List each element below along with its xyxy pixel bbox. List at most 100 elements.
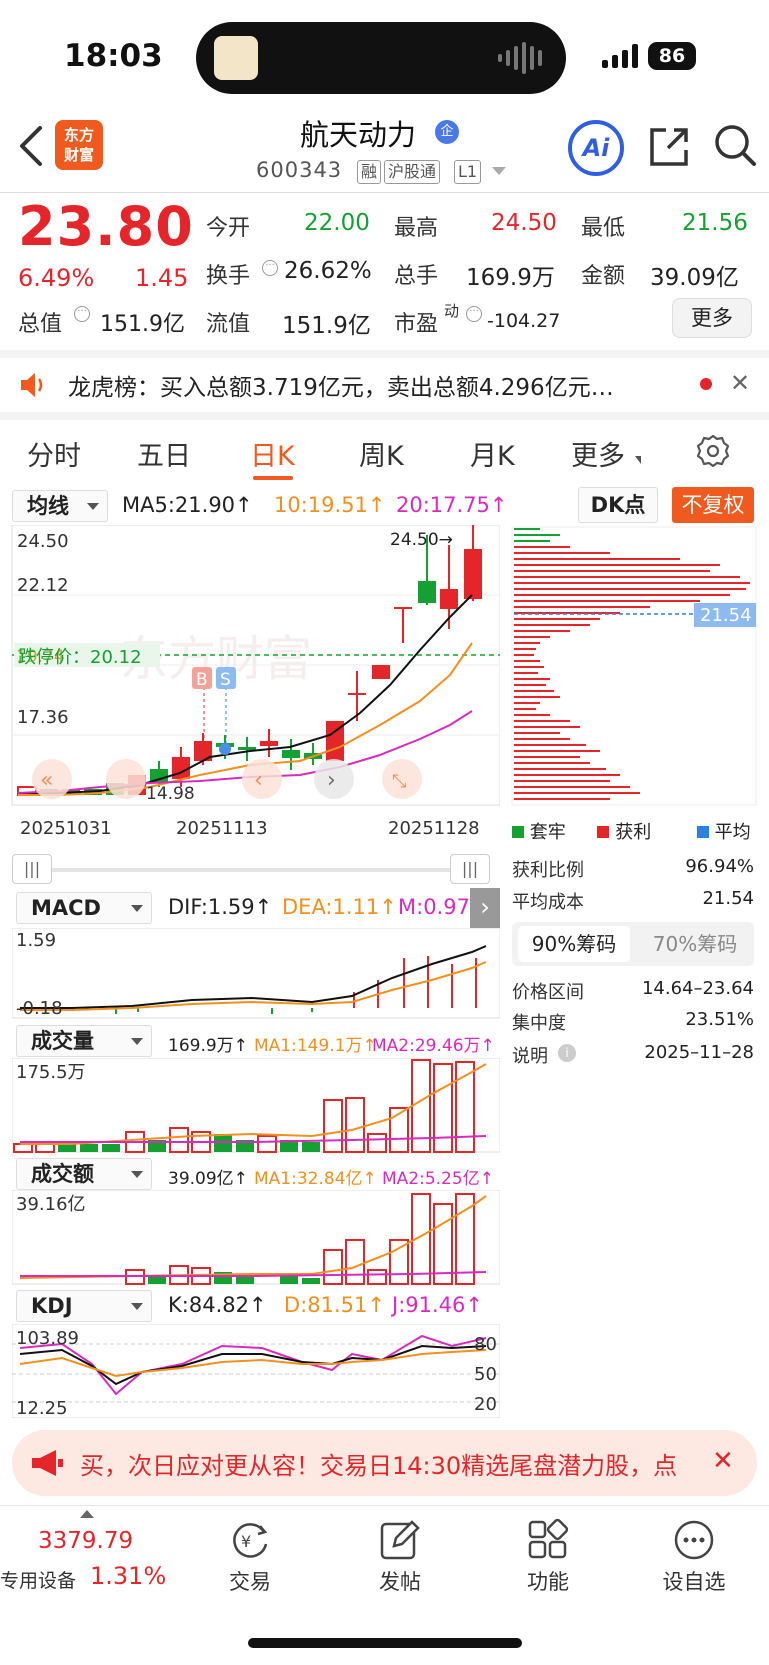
no-adjust-button[interactable]: 不复权 (672, 487, 754, 523)
info-dots-icon[interactable]: ··· (466, 306, 482, 322)
volume-value: 169.9万 (466, 265, 555, 291)
ma-selector[interactable]: 均线 (12, 490, 108, 522)
range-slider-left-handle[interactable]: ||| (12, 854, 52, 884)
divider (0, 1505, 769, 1506)
gear-icon[interactable] (696, 434, 730, 468)
amount-ma2: MA2:5.25亿↑ (382, 1169, 494, 1189)
nav-watchlist[interactable]: 设自选 (649, 1566, 739, 1596)
float-label: 流值 (206, 312, 251, 337)
chevron-right-icon[interactable]: › (470, 888, 500, 928)
app-activity-icon (214, 36, 258, 80)
tab-more[interactable]: 更多 (571, 434, 625, 473)
promo-close-button[interactable]: ✕ (712, 1446, 734, 1476)
more-caret-icon (635, 456, 641, 464)
macd-selector[interactable]: MACD (16, 892, 152, 924)
y-label: 17.36 (17, 707, 69, 728)
kline-chart[interactable]: 东方财富 24.50 22.12 17.36 14.98 24.50→ 19.7… (0, 525, 500, 825)
open-label: 今开 (206, 216, 251, 241)
sector-index-label[interactable]: 专用设备 (0, 1566, 76, 1593)
avg-cost-label: 平均成本 (512, 892, 584, 913)
tab-intraday[interactable]: 分时 (27, 434, 81, 473)
battery-indicator: 86 (648, 42, 696, 70)
volume-ma1: MA1:149.1万↑ (254, 1036, 377, 1056)
legend-swatch-average (696, 826, 709, 838)
info-dots-icon[interactable]: ··· (262, 260, 278, 276)
chip-distribution-chart[interactable]: 21.54 (510, 525, 760, 810)
chip-legend: 套牢 获利 平均 (512, 818, 751, 844)
kdj-chart: 103.89 12.25 80 50 20 (12, 1324, 500, 1418)
share-icon[interactable] (646, 124, 692, 170)
macd-chart: 1.59 -0.18 (12, 928, 500, 1019)
back-arrow-icon[interactable] (16, 124, 48, 168)
avg-cost-marker: 21.54 (700, 605, 752, 626)
amount-ma1: MA1:32.84亿↑ (254, 1169, 377, 1189)
chevron-down-icon[interactable] (492, 167, 506, 175)
legend-trapped: 套牢 (529, 822, 566, 843)
caret-up-icon[interactable] (80, 1510, 94, 1518)
notice-close-button[interactable]: ✕ (730, 369, 750, 397)
date-label-mid: 20251113 (176, 818, 268, 839)
range-slider-track[interactable] (20, 868, 490, 872)
buy-signal-marker[interactable]: B (196, 670, 208, 690)
notice-text[interactable]: 龙虎榜：买入总额3.719亿元，卖出总额4.296亿元… (68, 368, 688, 402)
status-bar: 18:03 86 (0, 0, 769, 110)
home-indicator[interactable] (248, 1638, 522, 1648)
svg-text:›: › (327, 768, 336, 793)
svg-text:⤡: ⤡ (392, 771, 406, 792)
kdj-level-80: 80 (474, 1334, 497, 1355)
turnover-label: 换手 (206, 264, 251, 289)
tab-weekly-k[interactable]: 周K (359, 434, 404, 473)
sell-signal-marker[interactable]: S (220, 670, 231, 690)
kdj-selector[interactable]: KDJ (16, 1290, 152, 1322)
float-value: 151.9亿 (282, 313, 371, 339)
sector-index-value[interactable]: 3379.79 (38, 1528, 133, 1554)
trade-icon[interactable]: ¥ (228, 1518, 272, 1562)
compose-icon[interactable] (378, 1518, 422, 1562)
ma20-value: 20:17.75↑ (396, 493, 508, 517)
kdj-level-20: 20 (474, 1394, 497, 1415)
volume-selector[interactable]: 成交量 (16, 1025, 152, 1057)
more-quote-button[interactable]: 更多 (672, 298, 752, 338)
tab-five-day[interactable]: 五日 (137, 434, 191, 473)
nav-post[interactable]: 发帖 (355, 1566, 445, 1596)
svg-text:¥: ¥ (241, 1532, 251, 1551)
divider (0, 350, 769, 358)
eastmoney-logo[interactable]: 东方 财富 (55, 120, 103, 170)
amount-value: 39.09亿 (650, 265, 739, 291)
info-dots-icon[interactable]: ··· (74, 306, 90, 322)
svg-text:«: « (40, 768, 53, 793)
low-marker: 14.98 (146, 784, 195, 804)
high-marker: 24.50→ (390, 530, 453, 550)
signal-icon (602, 44, 638, 68)
info-icon[interactable]: i (558, 1044, 576, 1062)
amount-label: 金额 (581, 264, 626, 289)
range-slider-right-handle[interactable]: ||| (450, 854, 490, 884)
more-dots-icon[interactable] (672, 1518, 716, 1562)
open-value: 22.00 (304, 210, 370, 236)
nav-functions[interactable]: 功能 (503, 1566, 593, 1596)
high-value: 24.50 (491, 210, 557, 236)
volume-label: 总手 (394, 264, 439, 289)
ai-button[interactable]: Ai (568, 120, 624, 176)
pe-value: -104.27 (487, 310, 561, 332)
tab-daily-k[interactable]: 日K (250, 434, 295, 473)
change-percent: 6.49% (18, 264, 95, 292)
macd-y-top: 1.59 (16, 930, 56, 951)
promo-text[interactable]: 买，次日应对更从容！交易日14:30精选尾盘潜力股，点 (80, 1446, 700, 1481)
chip-90-button[interactable]: 90%筹码 (518, 926, 630, 962)
dif-value: DIF:1.59↑ (168, 895, 273, 919)
amount-selector[interactable]: 成交额 (16, 1158, 152, 1190)
pe-label: 市盈 (394, 312, 439, 337)
grid-function-icon[interactable] (526, 1518, 570, 1562)
dk-point-button[interactable]: DK点 (578, 487, 658, 523)
chip-70-button[interactable]: 70%筹码 (640, 926, 750, 962)
dynamic-island (196, 22, 566, 94)
search-icon[interactable] (712, 122, 758, 168)
nav-trade[interactable]: 交易 (205, 1566, 295, 1596)
sector-index-change[interactable]: 1.31% (90, 1562, 166, 1590)
kdj-y-top: 103.89 (16, 1328, 79, 1349)
dea-value: DEA:1.11↑ (282, 895, 397, 919)
turnover-value: 26.62% (284, 258, 372, 284)
tab-monthly-k[interactable]: 月K (470, 434, 515, 473)
note-date: 2025–11–28 (644, 1042, 754, 1063)
